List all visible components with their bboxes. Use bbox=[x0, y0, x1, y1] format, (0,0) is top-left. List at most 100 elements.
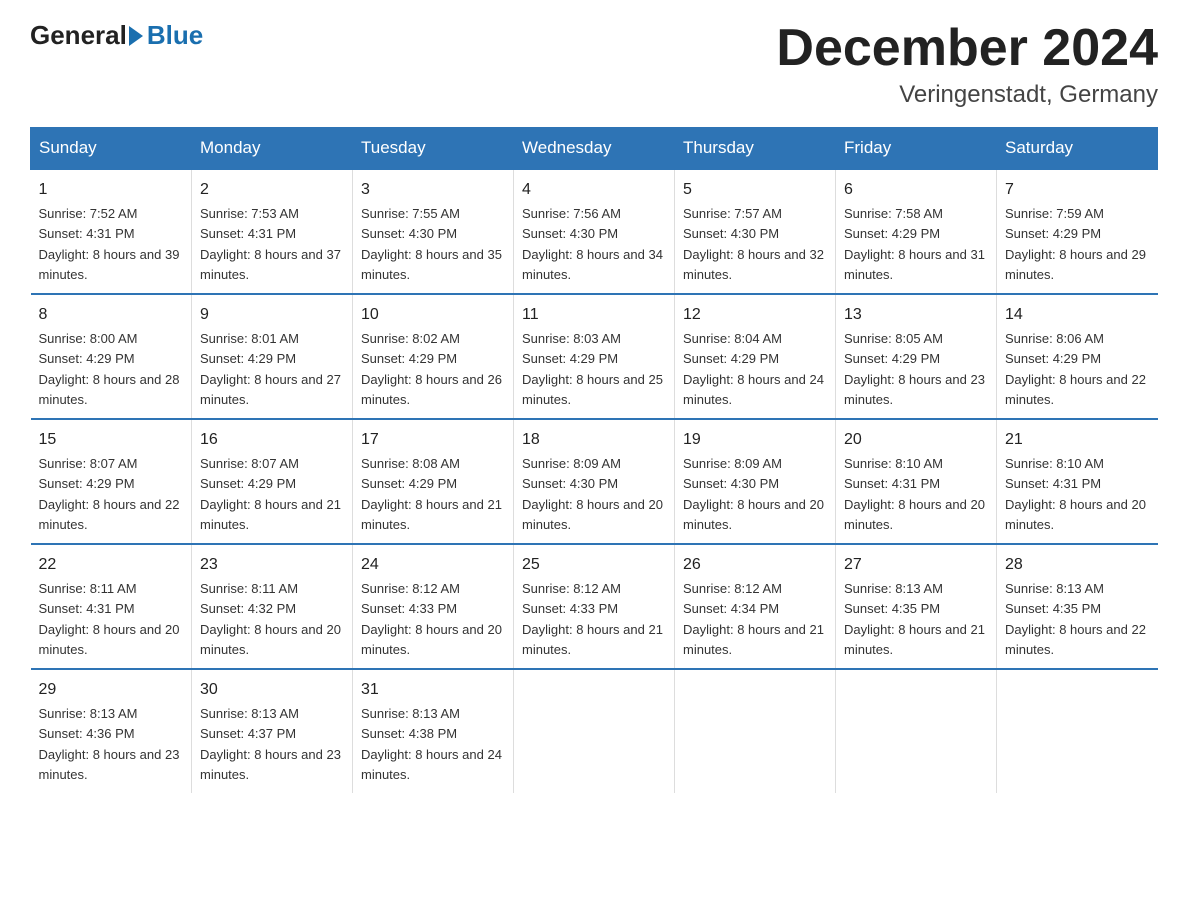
day-info: Sunrise: 7:52 AMSunset: 4:31 PMDaylight:… bbox=[39, 206, 180, 282]
day-cell-31: 31 Sunrise: 8:13 AMSunset: 4:38 PMDayligh… bbox=[353, 669, 514, 793]
day-info: Sunrise: 8:00 AMSunset: 4:29 PMDaylight:… bbox=[39, 331, 180, 407]
day-info: Sunrise: 8:09 AMSunset: 4:30 PMDaylight:… bbox=[683, 456, 824, 532]
day-number: 18 bbox=[522, 428, 666, 452]
day-info: Sunrise: 8:10 AMSunset: 4:31 PMDaylight:… bbox=[844, 456, 985, 532]
title-section: December 2024 Veringenstadt, Germany bbox=[776, 20, 1158, 109]
day-cell-7: 7 Sunrise: 7:59 AMSunset: 4:29 PMDaylight… bbox=[997, 169, 1158, 294]
logo-blue: Blue bbox=[147, 20, 203, 51]
day-number: 28 bbox=[1005, 553, 1150, 577]
header-friday: Friday bbox=[836, 128, 997, 170]
empty-cell bbox=[675, 669, 836, 793]
week-row-1: 1Sunrise: 7:52 AMSunset: 4:31 PMDaylight… bbox=[31, 169, 1158, 294]
header-saturday: Saturday bbox=[997, 128, 1158, 170]
day-info: Sunrise: 8:07 AMSunset: 4:29 PMDaylight:… bbox=[200, 456, 341, 532]
day-info: Sunrise: 8:13 AMSunset: 4:37 PMDaylight:… bbox=[200, 706, 341, 782]
header-monday: Monday bbox=[192, 128, 353, 170]
day-info: Sunrise: 8:10 AMSunset: 4:31 PMDaylight:… bbox=[1005, 456, 1146, 532]
day-cell-28: 28Sunrise: 8:13 AMSunset: 4:35 PMDayligh… bbox=[997, 544, 1158, 669]
day-number: 13 bbox=[844, 303, 988, 327]
day-info: Sunrise: 8:03 AMSunset: 4:29 PMDaylight:… bbox=[522, 331, 663, 407]
day-number: 4 bbox=[522, 178, 666, 202]
day-number: 21 bbox=[1005, 428, 1150, 452]
day-cell-2: 2 Sunrise: 7:53 AMSunset: 4:31 PMDaylight… bbox=[192, 169, 353, 294]
day-cell-19: 19 Sunrise: 8:09 AMSunset: 4:30 PMDayligh… bbox=[675, 419, 836, 544]
week-row-2: 8 Sunrise: 8:00 AMSunset: 4:29 PMDaylight… bbox=[31, 294, 1158, 419]
day-number: 15 bbox=[39, 428, 184, 452]
empty-cell bbox=[997, 669, 1158, 793]
day-info: Sunrise: 7:56 AMSunset: 4:30 PMDaylight:… bbox=[522, 206, 663, 282]
header-thursday: Thursday bbox=[675, 128, 836, 170]
day-number: 9 bbox=[200, 303, 344, 327]
day-info: Sunrise: 7:57 AMSunset: 4:30 PMDaylight:… bbox=[683, 206, 824, 282]
day-cell-30: 30 Sunrise: 8:13 AMSunset: 4:37 PMDayligh… bbox=[192, 669, 353, 793]
header-tuesday: Tuesday bbox=[353, 128, 514, 170]
week-row-5: 29Sunrise: 8:13 AMSunset: 4:36 PMDayligh… bbox=[31, 669, 1158, 793]
day-cell-16: 16 Sunrise: 8:07 AMSunset: 4:29 PMDayligh… bbox=[192, 419, 353, 544]
day-number: 25 bbox=[522, 553, 666, 577]
day-cell-10: 10Sunrise: 8:02 AMSunset: 4:29 PMDayligh… bbox=[353, 294, 514, 419]
day-number: 24 bbox=[361, 553, 505, 577]
day-cell-6: 6 Sunrise: 7:58 AMSunset: 4:29 PMDaylight… bbox=[836, 169, 997, 294]
day-number: 8 bbox=[39, 303, 184, 327]
day-number: 23 bbox=[200, 553, 344, 577]
day-cell-23: 23Sunrise: 8:11 AMSunset: 4:32 PMDayligh… bbox=[192, 544, 353, 669]
location-title: Veringenstadt, Germany bbox=[776, 81, 1158, 109]
day-number: 31 bbox=[361, 678, 505, 702]
day-cell-21: 21 Sunrise: 8:10 AMSunset: 4:31 PMDayligh… bbox=[997, 419, 1158, 544]
header-wednesday: Wednesday bbox=[514, 128, 675, 170]
page-header: General Blue December 2024 Veringenstadt… bbox=[30, 20, 1158, 109]
day-number: 27 bbox=[844, 553, 988, 577]
day-info: Sunrise: 7:55 AMSunset: 4:30 PMDaylight:… bbox=[361, 206, 502, 282]
day-number: 19 bbox=[683, 428, 827, 452]
day-cell-24: 24 Sunrise: 8:12 AMSunset: 4:33 PMDayligh… bbox=[353, 544, 514, 669]
day-info: Sunrise: 8:13 AMSunset: 4:35 PMDaylight:… bbox=[844, 581, 985, 657]
day-cell-29: 29Sunrise: 8:13 AMSunset: 4:36 PMDayligh… bbox=[31, 669, 192, 793]
day-number: 6 bbox=[844, 178, 988, 202]
day-number: 30 bbox=[200, 678, 344, 702]
day-cell-4: 4 Sunrise: 7:56 AMSunset: 4:30 PMDaylight… bbox=[514, 169, 675, 294]
day-info: Sunrise: 8:01 AMSunset: 4:29 PMDaylight:… bbox=[200, 331, 341, 407]
day-info: Sunrise: 8:05 AMSunset: 4:29 PMDaylight:… bbox=[844, 331, 985, 407]
week-row-3: 15 Sunrise: 8:07 AMSunset: 4:29 PMDayligh… bbox=[31, 419, 1158, 544]
day-info: Sunrise: 8:13 AMSunset: 4:38 PMDaylight:… bbox=[361, 706, 502, 782]
day-number: 16 bbox=[200, 428, 344, 452]
day-info: Sunrise: 8:06 AMSunset: 4:29 PMDaylight:… bbox=[1005, 331, 1146, 407]
day-cell-15: 15 Sunrise: 8:07 AMSunset: 4:29 PMDayligh… bbox=[31, 419, 192, 544]
calendar-table: SundayMondayTuesdayWednesdayThursdayFrid… bbox=[30, 127, 1158, 793]
day-info: Sunrise: 7:53 AMSunset: 4:31 PMDaylight:… bbox=[200, 206, 341, 282]
day-cell-22: 22 Sunrise: 8:11 AMSunset: 4:31 PMDayligh… bbox=[31, 544, 192, 669]
week-row-4: 22 Sunrise: 8:11 AMSunset: 4:31 PMDayligh… bbox=[31, 544, 1158, 669]
day-cell-9: 9 Sunrise: 8:01 AMSunset: 4:29 PMDaylight… bbox=[192, 294, 353, 419]
day-number: 3 bbox=[361, 178, 505, 202]
day-cell-25: 25Sunrise: 8:12 AMSunset: 4:33 PMDayligh… bbox=[514, 544, 675, 669]
day-number: 7 bbox=[1005, 178, 1150, 202]
logo-general: General bbox=[30, 20, 127, 51]
day-info: Sunrise: 8:13 AMSunset: 4:36 PMDaylight:… bbox=[39, 706, 180, 782]
day-info: Sunrise: 8:11 AMSunset: 4:31 PMDaylight:… bbox=[39, 581, 180, 657]
day-cell-18: 18 Sunrise: 8:09 AMSunset: 4:30 PMDayligh… bbox=[514, 419, 675, 544]
day-number: 14 bbox=[1005, 303, 1150, 327]
logo: General Blue bbox=[30, 20, 203, 51]
day-info: Sunrise: 7:59 AMSunset: 4:29 PMDaylight:… bbox=[1005, 206, 1146, 282]
day-cell-11: 11 Sunrise: 8:03 AMSunset: 4:29 PMDayligh… bbox=[514, 294, 675, 419]
month-title: December 2024 bbox=[776, 20, 1158, 77]
empty-cell bbox=[514, 669, 675, 793]
day-info: Sunrise: 8:09 AMSunset: 4:30 PMDaylight:… bbox=[522, 456, 663, 532]
day-cell-26: 26Sunrise: 8:12 AMSunset: 4:34 PMDayligh… bbox=[675, 544, 836, 669]
day-number: 2 bbox=[200, 178, 344, 202]
day-info: Sunrise: 8:08 AMSunset: 4:29 PMDaylight:… bbox=[361, 456, 502, 532]
calendar-header-row: SundayMondayTuesdayWednesdayThursdayFrid… bbox=[31, 128, 1158, 170]
day-info: Sunrise: 8:07 AMSunset: 4:29 PMDaylight:… bbox=[39, 456, 180, 532]
day-info: Sunrise: 8:02 AMSunset: 4:29 PMDaylight:… bbox=[361, 331, 502, 407]
day-info: Sunrise: 7:58 AMSunset: 4:29 PMDaylight:… bbox=[844, 206, 985, 282]
day-cell-17: 17Sunrise: 8:08 AMSunset: 4:29 PMDayligh… bbox=[353, 419, 514, 544]
day-number: 22 bbox=[39, 553, 184, 577]
day-number: 11 bbox=[522, 303, 666, 327]
day-cell-14: 14 Sunrise: 8:06 AMSunset: 4:29 PMDayligh… bbox=[997, 294, 1158, 419]
day-cell-1: 1Sunrise: 7:52 AMSunset: 4:31 PMDaylight… bbox=[31, 169, 192, 294]
day-cell-5: 5Sunrise: 7:57 AMSunset: 4:30 PMDaylight… bbox=[675, 169, 836, 294]
day-info: Sunrise: 8:12 AMSunset: 4:33 PMDaylight:… bbox=[361, 581, 502, 657]
day-info: Sunrise: 8:12 AMSunset: 4:34 PMDaylight:… bbox=[683, 581, 824, 657]
day-cell-27: 27 Sunrise: 8:13 AMSunset: 4:35 PMDayligh… bbox=[836, 544, 997, 669]
day-info: Sunrise: 8:04 AMSunset: 4:29 PMDaylight:… bbox=[683, 331, 824, 407]
